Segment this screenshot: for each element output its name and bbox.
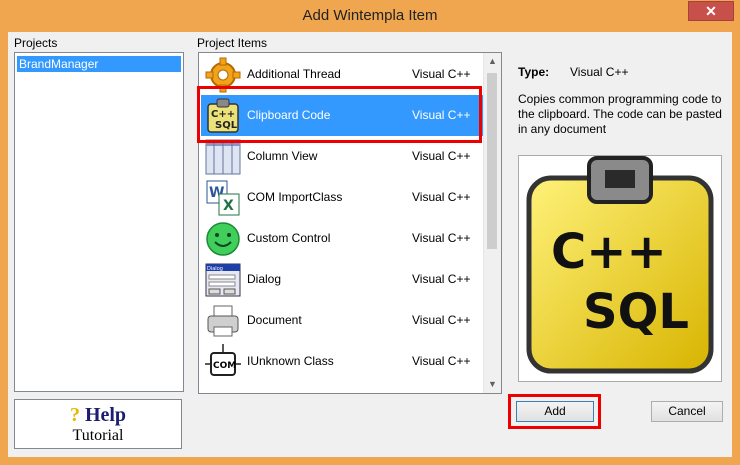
selection-highlight-box: [197, 86, 482, 143]
item-description: Copies common programming code to the cl…: [518, 92, 722, 136]
clipboard-cpp-sql-icon: C++ SQL: [526, 156, 714, 374]
scroll-down-icon[interactable]: ▼: [484, 376, 501, 393]
projects-list[interactable]: BrandManager: [14, 52, 184, 392]
smiley-icon: [206, 222, 240, 256]
item-type: Visual C++: [412, 313, 471, 327]
dialog-client: Projects BrandManager Project Items Addi…: [8, 32, 732, 457]
item-type: Visual C++: [412, 272, 471, 286]
list-scrollbar[interactable]: ▲ ▼: [483, 53, 501, 393]
item-name: Column View: [247, 149, 318, 163]
svg-text:X: X: [223, 198, 234, 214]
projects-label: Projects: [14, 36, 58, 50]
item-name: Dialog: [247, 272, 282, 286]
project-items-label: Project Items: [197, 36, 268, 50]
list-item[interactable]: Document Visual C++: [201, 300, 483, 341]
item-type: Visual C++: [412, 149, 471, 163]
item-type: Visual C++: [412, 354, 471, 368]
window-title: Add Wintempla Item: [302, 7, 438, 24]
cancel-button[interactable]: Cancel: [651, 401, 723, 422]
title-bar[interactable]: Add Wintempla Item ✕: [0, 0, 740, 32]
scroll-up-icon[interactable]: ▲: [484, 53, 501, 70]
question-mark-icon: ?: [69, 404, 80, 426]
tutorial-label: Tutorial: [72, 427, 124, 444]
dialog-icon-title: Dialog: [207, 266, 223, 272]
item-name: IUnknown Class: [247, 354, 334, 368]
list-item[interactable]: W X COM ImportClass Visual C++: [201, 177, 483, 218]
close-icon: ✕: [705, 3, 717, 19]
preview-image: C++ SQL: [518, 155, 722, 382]
item-type: Visual C++: [412, 190, 471, 204]
word-excel-icon: W X: [206, 180, 240, 216]
item-name: Document: [247, 313, 302, 327]
help-tutorial-button[interactable]: ? Help Tutorial: [14, 399, 182, 449]
dialog-icon: Dialog: [205, 263, 241, 297]
preview-text-sql: SQL: [583, 284, 689, 340]
icon-text-com: COM: [213, 361, 236, 371]
preview-text-cpp: C++: [551, 224, 667, 280]
help-label: Help: [84, 404, 127, 426]
list-item[interactable]: COM IUnknown Class Visual C++: [201, 341, 483, 382]
item-type: Visual C++: [412, 67, 471, 81]
list-item[interactable]: Custom Control Visual C++: [201, 218, 483, 259]
printer-icon: [207, 305, 239, 337]
dialog-window: Add Wintempla Item ✕ Projects BrandManag…: [0, 0, 740, 465]
close-button[interactable]: ✕: [688, 1, 734, 21]
item-type: Visual C++: [412, 231, 471, 245]
type-label: Type:: [518, 65, 550, 79]
item-name: COM ImportClass: [247, 190, 343, 204]
add-highlight-box: [508, 394, 601, 429]
list-item[interactable]: Dialog Dialog Visual C++: [201, 259, 483, 300]
project-item-brandmanager[interactable]: BrandManager: [17, 56, 181, 72]
item-name: Custom Control: [247, 231, 331, 245]
column-view-icon: [205, 139, 241, 175]
item-name: Additional Thread: [247, 67, 341, 81]
help-title: ? Help: [15, 404, 181, 427]
type-value: Visual C++: [570, 65, 629, 79]
scroll-thumb[interactable]: [487, 73, 497, 249]
com-chip-icon: COM: [205, 344, 241, 376]
